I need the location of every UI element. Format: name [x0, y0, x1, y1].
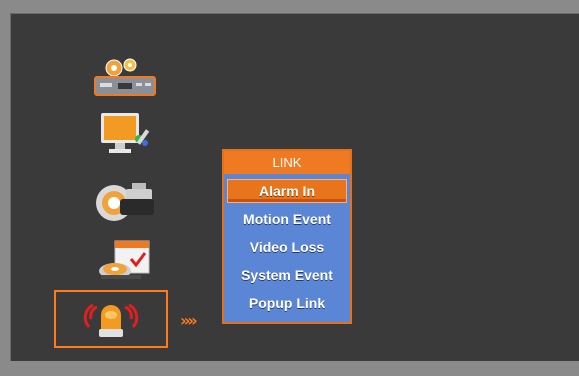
menu-item-video-loss[interactable]: Video Loss	[224, 233, 350, 261]
display-monitor-icon[interactable]	[80, 107, 170, 159]
camera-icon[interactable]	[80, 173, 170, 225]
system-setup-icon[interactable]	[80, 53, 170, 105]
submenu-arrow-icon: »»	[180, 311, 198, 330]
alarm-siren-icon[interactable]	[54, 290, 168, 348]
menu-item-motion-event[interactable]: Motion Event	[224, 205, 350, 233]
popup-title: LINK	[224, 151, 350, 174]
menu-item-system-event[interactable]: System Event	[224, 261, 350, 289]
record-calendar-icon[interactable]	[80, 235, 170, 287]
main-screen: »» LINK Alarm In Motion Event Video Loss…	[10, 13, 579, 361]
menu-item-popup-link[interactable]: Popup Link	[224, 289, 350, 317]
link-popup-menu: LINK Alarm In Motion Event Video Loss Sy…	[222, 149, 352, 324]
menu-item-alarm-in[interactable]: Alarm In	[227, 179, 347, 203]
